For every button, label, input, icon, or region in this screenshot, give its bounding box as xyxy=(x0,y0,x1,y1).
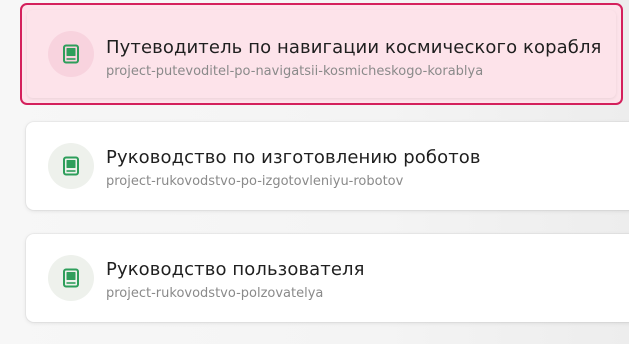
project-list: Путеводитель по навигации космического к… xyxy=(0,0,629,344)
book-icon xyxy=(48,143,94,189)
project-slug: project-rukovodstvo-po-izgotovleniyu-rob… xyxy=(106,174,404,189)
project-slug: project-putevoditel-po-navigatsii-kosmic… xyxy=(106,64,484,79)
book-icon xyxy=(48,255,94,301)
project-title: Руководство по изготовлению роботов xyxy=(106,147,481,168)
book-icon xyxy=(48,31,94,77)
project-title: Путеводитель по навигации космического к… xyxy=(106,37,602,58)
project-slug: project-rukovodstvo-polzovatelya xyxy=(106,286,324,301)
project-card-spaceship-guide[interactable]: Путеводитель по навигации космического к… xyxy=(20,3,623,105)
project-card-user-manual[interactable]: Руководство пользователя project-rukovod… xyxy=(26,234,629,322)
project-title: Руководство пользователя xyxy=(106,259,365,280)
project-card-robot-manual[interactable]: Руководство по изготовлению роботов proj… xyxy=(26,122,629,210)
